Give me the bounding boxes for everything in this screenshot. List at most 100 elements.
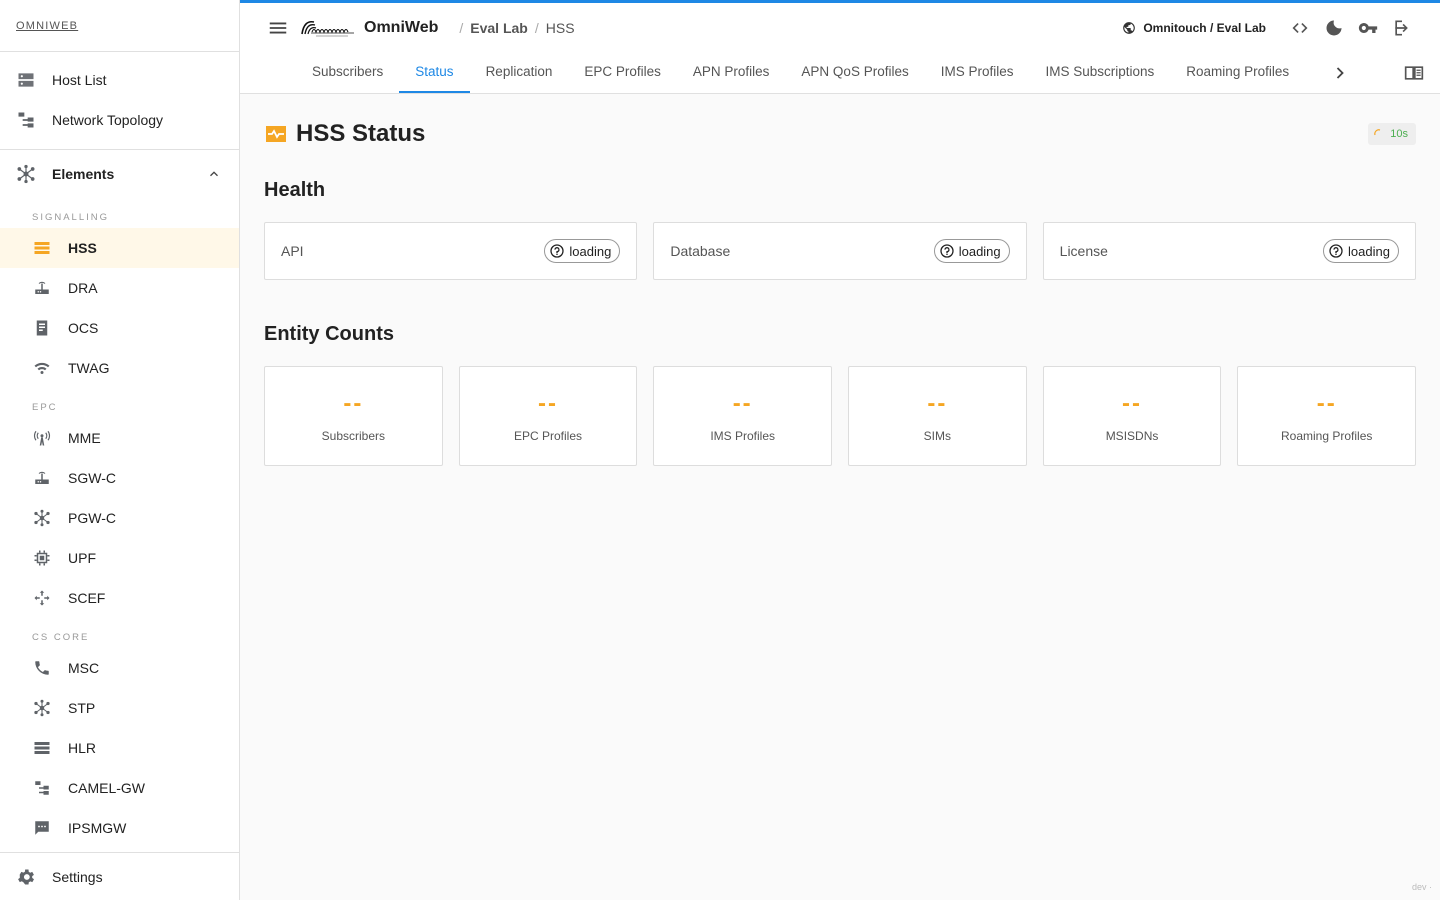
elements-group-toggle[interactable]: Elements [0, 150, 239, 198]
sidebar-item-mme[interactable]: MME [0, 418, 239, 458]
tab-apn-qos-profiles[interactable]: APN QoS Profiles [785, 52, 924, 93]
storage-icon [32, 238, 52, 258]
status-badge: loading [544, 239, 621, 263]
tab-status[interactable]: Status [399, 52, 470, 93]
logout-button[interactable] [1392, 18, 1412, 38]
elements-nav: Elements SIGNALLING HSS DRA OCS TWAG EPC… [0, 150, 239, 850]
tab-roaming-profiles[interactable]: Roaming Profiles [1170, 52, 1305, 93]
sidebar-item-settings[interactable]: Settings [0, 852, 239, 900]
sidebar: OMNIWEB Host List Network Topology Eleme… [0, 0, 240, 900]
router-icon [32, 468, 52, 488]
storage-icon [32, 738, 52, 758]
help-circle-icon [1329, 244, 1343, 258]
antenna-icon [32, 428, 52, 448]
router-icon [32, 278, 52, 298]
omnitouch-logo-icon [301, 20, 354, 36]
sidebar-item-dra[interactable]: DRA [0, 268, 239, 308]
menu-button[interactable] [266, 16, 290, 40]
tabs-scroll-next-button[interactable] [1325, 52, 1355, 93]
tab-replication[interactable]: Replication [470, 52, 569, 93]
moon-icon [1326, 20, 1342, 35]
section-label-epc: EPC [32, 402, 58, 413]
api-key-button[interactable] [1358, 18, 1378, 38]
sidebar-item-camel-gw[interactable]: CAMEL-GW [0, 768, 239, 808]
sidebar-item-sgw-c[interactable]: SGW-C [0, 458, 239, 498]
auto-refresh-indicator[interactable]: 10s [1368, 123, 1416, 145]
tab-epc-profiles[interactable]: EPC Profiles [568, 52, 677, 93]
health-section-title: Health [264, 178, 326, 201]
sidebar-item-hlr[interactable]: HLR [0, 728, 239, 768]
topology-icon [32, 778, 52, 798]
tab-subscribers[interactable]: Subscribers [296, 52, 399, 93]
key-icon [1358, 22, 1378, 33]
sidebar-item-scef[interactable]: SCEF [0, 578, 239, 618]
entity-counts-title: Entity Counts [264, 322, 394, 345]
chevron-up-icon [210, 171, 218, 177]
sidebar-item-msc[interactable]: MSC [0, 648, 239, 688]
status-text: loading [569, 243, 612, 259]
globe-icon [1123, 21, 1136, 34]
hub-icon [32, 698, 52, 718]
brand-link[interactable]: OMNIWEB [16, 20, 78, 32]
nav-item-label: Host List [52, 72, 107, 88]
elements-icon [16, 164, 36, 184]
move-icon [32, 588, 52, 608]
nav-item-host-list[interactable]: Host List [0, 60, 239, 100]
count-label: IMS Profiles [710, 429, 776, 443]
code-button[interactable] [1290, 18, 1310, 38]
sidebar-item-upf[interactable]: UPF [0, 538, 239, 578]
sidebar-item-twag[interactable]: TWAG [0, 348, 239, 388]
sidebar-item-label: DRA [68, 280, 98, 296]
status-badge: loading [1323, 239, 1399, 263]
top-bar-actions: Omnitouch / Eval Lab [1122, 18, 1412, 38]
settings-label: Settings [52, 868, 103, 885]
main-content: HSS Status 10s Health API loading Databa… [264, 94, 1417, 466]
sidebar-item-label: TWAG [68, 360, 110, 376]
breadcrumb-separator: / [534, 19, 539, 36]
sidebar-item-label: IPSMGW [68, 820, 127, 836]
ocs-icon [32, 318, 52, 338]
tab-ims-subscriptions[interactable]: IMS Subscriptions [1030, 52, 1171, 93]
breadcrumb-separator: / [459, 19, 464, 36]
dark-mode-button[interactable] [1324, 18, 1344, 38]
count-card-subscribers: -- Subscribers [264, 366, 443, 466]
status-text: loading [958, 243, 1001, 259]
phone-icon [32, 658, 52, 678]
tabs: Subscribers Status Replication EPC Profi… [240, 52, 1305, 93]
help-circle-icon [940, 244, 954, 258]
sidebar-item-label: HSS [68, 240, 97, 256]
count-value: -- [538, 390, 558, 417]
sidebar-item-label: UPF [68, 550, 96, 566]
tenant-selector[interactable]: Omnitouch / Eval Lab [1122, 21, 1266, 35]
chevron-right-icon [1336, 66, 1344, 79]
count-card-ims-profiles: -- IMS Profiles [653, 366, 833, 466]
count-card-sims: -- SIMs [848, 366, 1027, 466]
sidebar-item-label: CAMEL-GW [68, 780, 145, 796]
sidebar-item-stp[interactable]: STP [0, 688, 239, 728]
code-icon [1292, 22, 1308, 33]
nav-item-network-topology[interactable]: Network Topology [0, 100, 239, 140]
top-bar: OmniWeb / Eval Lab / HSS Omnitouch / Eva… [240, 0, 1440, 52]
page-title: HSS Status [296, 120, 426, 147]
sidebar-item-pgw-c[interactable]: PGW-C [0, 498, 239, 538]
breadcrumb-item-tenant[interactable]: Eval Lab [470, 20, 528, 36]
health-label: Database [670, 243, 731, 259]
tab-ims-profiles[interactable]: IMS Profiles [925, 52, 1030, 93]
sms-icon [32, 818, 52, 838]
menu-icon [269, 22, 287, 33]
refresh-interval: 10s [1390, 128, 1408, 140]
docs-button[interactable] [1404, 52, 1424, 93]
sidebar-item-ocs[interactable]: OCS [0, 308, 239, 348]
host-list-icon [16, 70, 36, 90]
sidebar-item-ipsmgw[interactable]: IPSMGW [0, 808, 239, 848]
hub-icon [32, 508, 52, 528]
environment-tag: dev · [1411, 882, 1432, 892]
health-card-database: Database loading [653, 222, 1027, 280]
health-card-api: API loading [264, 222, 638, 280]
tab-apn-profiles[interactable]: APN Profiles [677, 52, 786, 93]
sidebar-item-hss[interactable]: HSS [0, 228, 239, 268]
sidebar-item-label: SGW-C [68, 470, 116, 486]
section-label-signalling: SIGNALLING [32, 212, 110, 223]
sidebar-item-label: OCS [68, 320, 99, 336]
sidebar-item-label: MME [68, 430, 101, 446]
